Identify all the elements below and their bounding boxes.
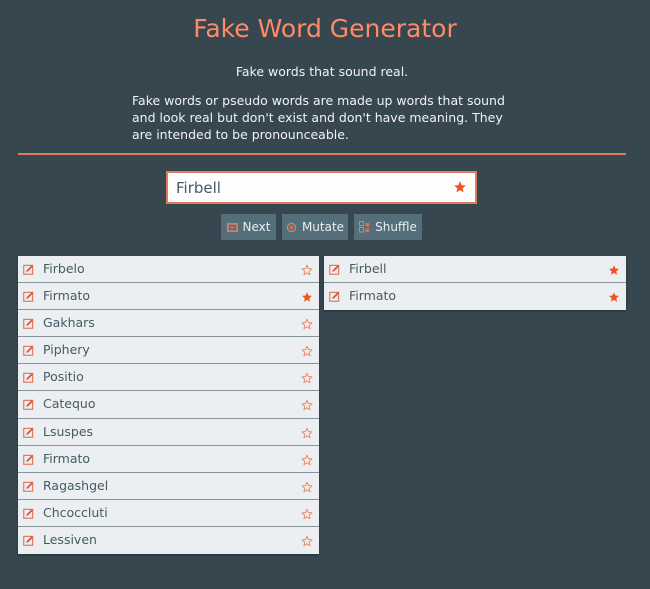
edit-icon[interactable]: [23, 508, 34, 519]
word-row: Firbell: [324, 256, 626, 284]
word-text[interactable]: Catequo: [43, 396, 95, 411]
edit-icon[interactable]: [23, 318, 34, 330]
word-input[interactable]: [168, 173, 475, 202]
word-row: Catequo: [18, 391, 319, 419]
generated-word-list: Firbelo Firmato Gakhars Piphery Positio …: [18, 256, 319, 555]
favorite-word-list: Firbell Firmato: [324, 256, 626, 311]
word-text[interactable]: Ragashgel: [43, 478, 108, 493]
next-button[interactable]: Next: [221, 214, 276, 240]
edit-icon[interactable]: [23, 264, 34, 275]
star-outline-icon[interactable]: [301, 481, 313, 493]
star-outline-icon[interactable]: [301, 372, 313, 384]
star-filled-icon[interactable]: [608, 291, 620, 303]
word-text[interactable]: Lsuspes: [43, 424, 93, 439]
star-outline-icon[interactable]: [301, 454, 313, 466]
page-title: Fake Word Generator: [193, 14, 457, 43]
word-row: Ragashgel: [18, 472, 319, 500]
edit-icon[interactable]: [329, 264, 340, 275]
word-text[interactable]: Piphery: [43, 342, 90, 357]
star-outline-icon[interactable]: [301, 535, 313, 547]
star-filled-icon[interactable]: [453, 180, 467, 194]
star-outline-icon[interactable]: [301, 508, 313, 520]
word-input-container: [166, 171, 477, 204]
word-row: Firmato: [18, 445, 319, 473]
word-text[interactable]: Firmato: [349, 288, 396, 303]
word-text[interactable]: Firbell: [349, 261, 386, 276]
edit-icon[interactable]: [23, 454, 34, 465]
description: Fake words or pseudo words are made up w…: [132, 93, 505, 142]
word-text[interactable]: Positio: [43, 369, 84, 384]
word-row: Lessiven: [18, 526, 319, 555]
next-label: Next: [242, 220, 271, 234]
refresh-icon: [226, 222, 238, 232]
word-row: Lsuspes: [18, 418, 319, 446]
word-row: Piphery: [18, 337, 319, 365]
edit-icon[interactable]: [23, 399, 34, 411]
mutate-label: Mutate: [301, 220, 345, 234]
word-row: Gakhars: [18, 310, 319, 338]
word-row: Positio: [18, 364, 319, 392]
word-text[interactable]: Firmato: [43, 288, 90, 303]
edit-icon[interactable]: [23, 535, 34, 546]
star-filled-icon[interactable]: [301, 291, 313, 303]
word-text[interactable]: Chcoccluti: [43, 505, 108, 520]
edit-icon[interactable]: [23, 291, 34, 302]
word-text[interactable]: Lessiven: [43, 532, 97, 547]
word-row: Firmato: [18, 283, 319, 311]
shuffle-label: Shuffle: [375, 220, 417, 234]
shuffle-button[interactable]: Shuffle: [354, 214, 422, 240]
tagline: Fake words that sound real.: [235, 64, 409, 79]
word-text[interactable]: Firmato: [43, 451, 90, 466]
word-text[interactable]: Gakhars: [43, 315, 95, 330]
star-filled-icon[interactable]: [608, 264, 620, 276]
star-outline-icon[interactable]: [301, 427, 313, 439]
edit-icon[interactable]: [329, 291, 340, 302]
mutate-button[interactable]: Mutate: [282, 214, 348, 240]
edit-icon[interactable]: [23, 372, 34, 384]
edit-icon[interactable]: [23, 427, 34, 438]
divider: [18, 153, 626, 155]
star-outline-icon[interactable]: [301, 264, 313, 276]
edit-icon[interactable]: [23, 345, 34, 357]
edit-icon[interactable]: [23, 481, 34, 492]
mutate-icon: [286, 222, 297, 232]
shuffle-icon: [359, 221, 370, 233]
word-text[interactable]: Firbelo: [43, 261, 85, 276]
star-outline-icon[interactable]: [301, 399, 313, 411]
word-row: Chcoccluti: [18, 499, 319, 527]
word-row: Firmato: [324, 283, 626, 311]
star-outline-icon[interactable]: [301, 345, 313, 357]
star-outline-icon[interactable]: [301, 318, 313, 330]
word-row: Firbelo: [18, 256, 319, 284]
